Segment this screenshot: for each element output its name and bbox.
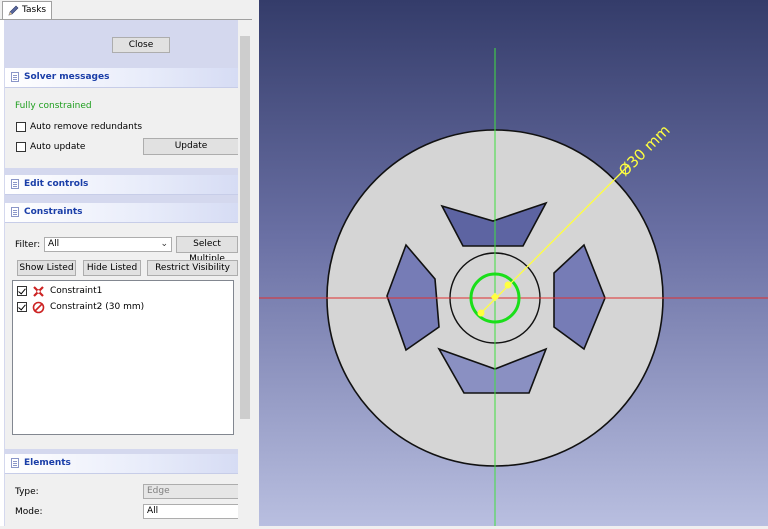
dimension-endpoint-icon — [504, 281, 512, 289]
scrollbar-thumb[interactable] — [240, 36, 250, 419]
chevron-down-icon: ⌄ — [160, 239, 168, 249]
panel-doc-icon — [11, 72, 19, 82]
dimension-endpoint-icon — [477, 309, 485, 317]
panel-doc-icon — [11, 458, 19, 468]
mode-dropdown[interactable]: All — [143, 504, 239, 519]
edit-controls-title: Edit controls — [24, 179, 89, 189]
panel-scrollbar[interactable] — [238, 20, 252, 526]
close-button[interactable]: Close — [112, 37, 170, 53]
3d-viewport[interactable]: Ø30 mm — [259, 0, 768, 526]
show-listed-button[interactable]: Show Listed — [17, 260, 76, 276]
elements-header[interactable]: Elements — [5, 454, 238, 474]
tab-label: Tasks — [22, 5, 47, 15]
auto-remove-checkbox[interactable] — [16, 122, 26, 132]
constraint-visibility-checkbox[interactable] — [17, 302, 27, 312]
restrict-visibility-button[interactable]: Restrict Visibility — [147, 260, 238, 276]
solver-messages-body: Fully constrained Auto remove redundants… — [5, 88, 239, 168]
solver-messages-header[interactable]: Solver messages — [5, 68, 238, 88]
hide-listed-button[interactable]: Hide Listed — [83, 260, 141, 276]
diameter-constraint-icon — [32, 301, 45, 314]
select-multiple-button[interactable]: Select Multiple — [176, 236, 238, 264]
dimension-label[interactable]: Ø30 mm — [615, 121, 674, 180]
tab-bar: Tasks — [0, 0, 252, 19]
elements-title: Elements — [24, 458, 71, 468]
filter-label: Filter: — [15, 240, 41, 250]
list-item[interactable]: Constraint2 (30 mm) — [15, 300, 225, 315]
panel-doc-icon — [11, 207, 19, 217]
task-body: Close Solver messages Fully constrained … — [0, 19, 252, 526]
type-dropdown[interactable]: Edge — [143, 484, 239, 499]
constraint-visibility-checkbox[interactable] — [17, 286, 27, 296]
auto-update-label: Auto update — [30, 142, 86, 152]
type-value: Edge — [147, 486, 170, 496]
task-panel: Tasks Close Solver messages Fully constr… — [0, 0, 252, 526]
constraint-label: Constraint2 (30 mm) — [50, 302, 145, 312]
panel-area: Close Solver messages Fully constrained … — [4, 20, 239, 526]
filter-dropdown[interactable]: All ⌄ — [44, 237, 172, 252]
list-item[interactable]: Constraint1 — [15, 284, 225, 299]
auto-update-checkbox[interactable] — [16, 142, 26, 152]
solver-messages-title: Solver messages — [24, 72, 110, 82]
update-button[interactable]: Update — [143, 138, 239, 155]
constraints-title: Constraints — [24, 207, 83, 217]
coincident-constraint-icon — [33, 286, 44, 297]
elements-body: Type: Edge Mode: All — [5, 474, 239, 526]
mode-label: Mode: — [15, 507, 43, 517]
constraint-list[interactable]: Constraint1 Constraint2 (30 mm) — [12, 280, 234, 435]
edit-controls-header[interactable]: Edit controls — [5, 175, 238, 195]
filter-value: All — [48, 239, 60, 249]
tab-tasks[interactable]: Tasks — [2, 1, 52, 19]
auto-remove-label: Auto remove redundants — [30, 122, 143, 132]
sketch-canvas[interactable]: Ø30 mm — [259, 0, 768, 526]
constraint-label: Constraint1 — [50, 286, 103, 296]
splitter[interactable] — [252, 0, 259, 526]
constraints-header[interactable]: Constraints — [5, 203, 238, 223]
solver-status-text: Fully constrained — [15, 101, 92, 111]
tasks-pencil-icon — [8, 5, 19, 16]
mode-value: All — [147, 506, 159, 516]
panel-doc-icon — [11, 179, 19, 189]
type-label: Type: — [15, 487, 39, 497]
